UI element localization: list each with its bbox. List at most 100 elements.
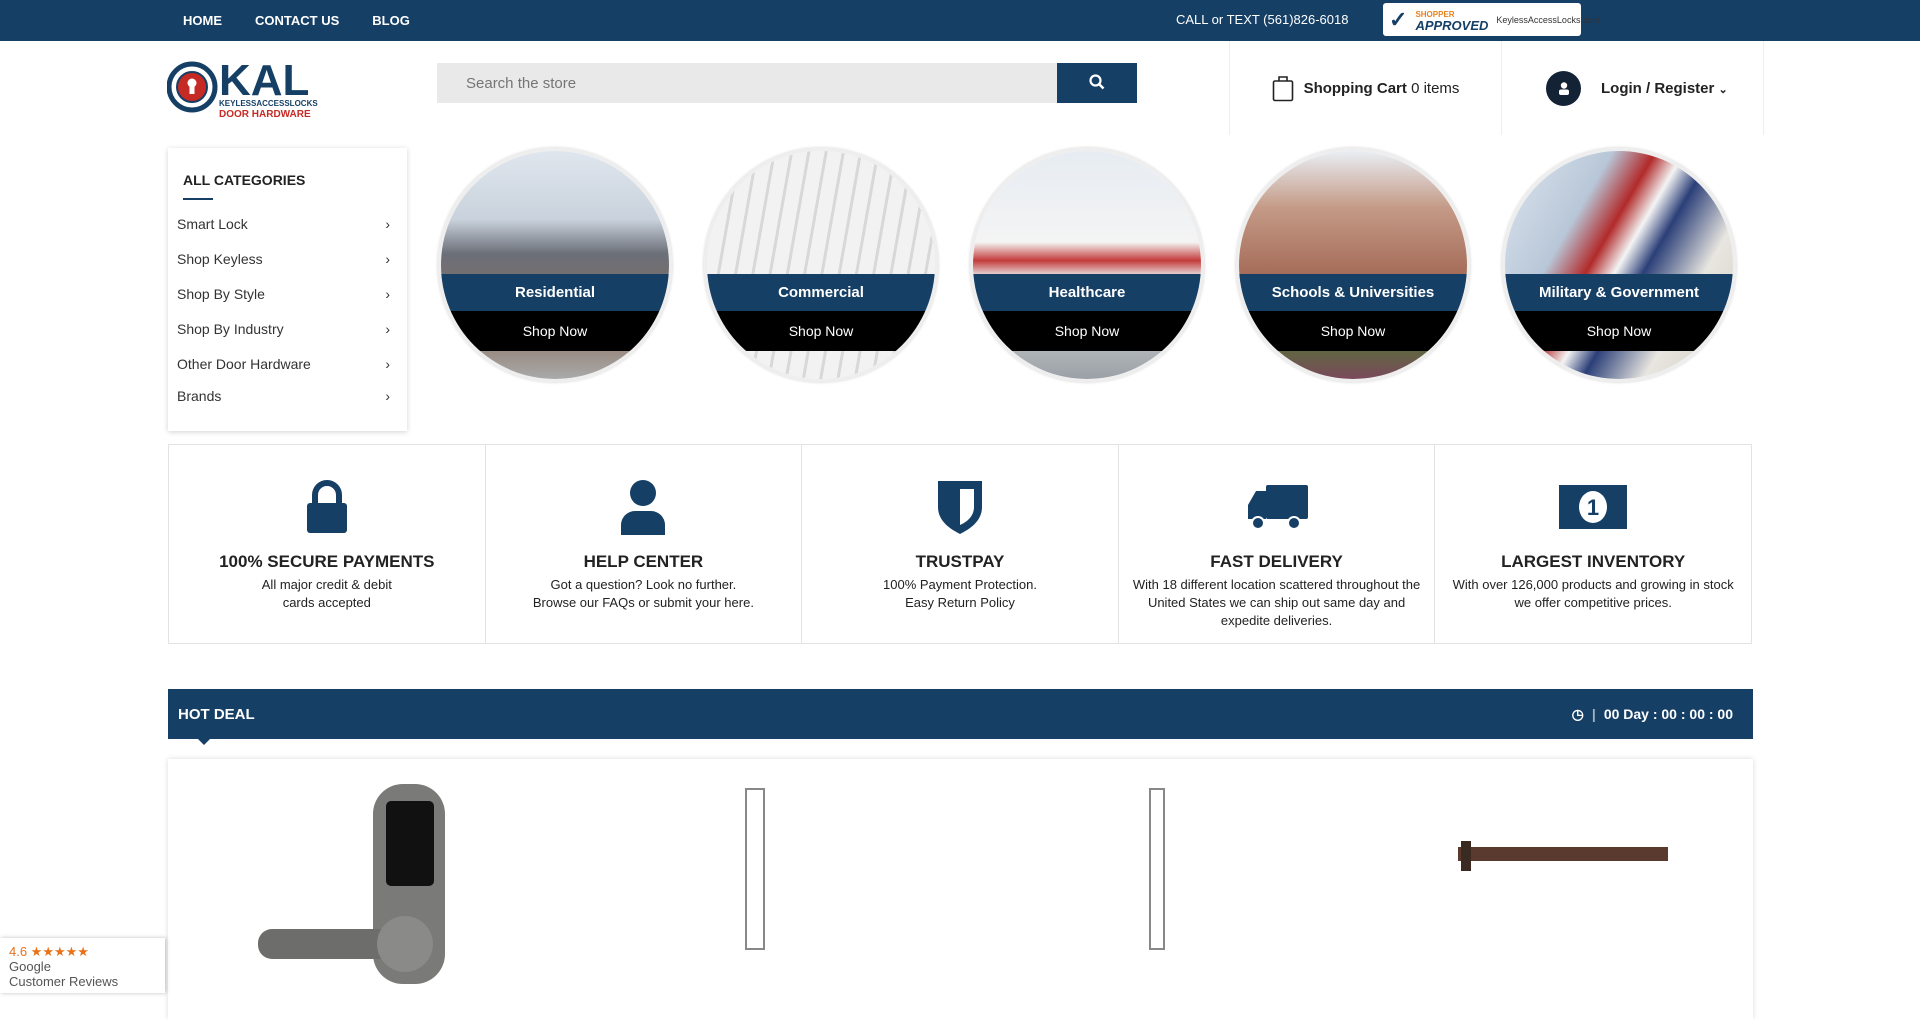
- search-button[interactable]: [1057, 63, 1137, 103]
- shop-now-button[interactable]: Shop Now: [441, 311, 669, 351]
- svg-text:KEYLESSACCESSLOCKS: KEYLESSACCESSLOCKS: [219, 99, 318, 108]
- login-label: Login / Register: [1601, 79, 1715, 97]
- product-flush-bolt[interactable]: [1128, 779, 1188, 959]
- shop-now-button[interactable]: Shop Now: [707, 311, 935, 351]
- svg-text:KAL: KAL: [219, 56, 309, 105]
- feature-secure-payments: 100% SECURE PAYMENTS All major credit & …: [169, 445, 486, 643]
- shopping-bag-icon: [1272, 76, 1293, 102]
- category-brands[interactable]: Brands ›: [168, 381, 407, 411]
- chevron-right-icon: ›: [385, 250, 390, 267]
- feature-text: 100% Payment Protection.: [883, 577, 1037, 592]
- features-strip: 100% SECURE PAYMENTS All major credit & …: [168, 444, 1752, 644]
- phone-number[interactable]: CALL or TEXT (561)826-6018: [1176, 12, 1348, 27]
- feature-text: All major credit & debit: [261, 577, 392, 592]
- review-label: Customer Reviews: [9, 974, 119, 989]
- industry-healthcare[interactable]: Healthcare Shop Now: [970, 148, 1204, 382]
- chevron-right-icon: ›: [385, 320, 390, 337]
- review-rating: 4.6 ★★★★★: [9, 944, 89, 959]
- category-other-door-hardware[interactable]: Other Door Hardware ›: [168, 346, 407, 381]
- hot-deal-title: HOT DEAL: [178, 705, 255, 723]
- checkmark-icon: ✓: [1389, 6, 1408, 32]
- chevron-down-icon: ⌄: [1718, 83, 1728, 96]
- user-icon: [621, 480, 666, 535]
- badge-brand: APPROVED: [1415, 17, 1489, 33]
- shopper-approved-badge[interactable]: ✓ SHOPPER APPROVED KeylessAccessLocks.com: [1383, 3, 1600, 36]
- cart-count: 0 items: [1411, 79, 1460, 97]
- shop-now-button[interactable]: Shop Now: [1505, 311, 1733, 351]
- category-label: Shop Keyless: [177, 250, 263, 267]
- feature-title: TRUSTPAY: [915, 552, 1005, 571]
- industry-commercial[interactable]: Commercial Shop Now: [704, 148, 938, 382]
- chevron-right-icon: ›: [385, 285, 390, 302]
- login-register[interactable]: Login / Register ⌄: [1502, 41, 1764, 135]
- feature-text: Got a question? Look no further.: [550, 577, 737, 592]
- chevron-right-icon: ›: [385, 215, 390, 232]
- nav-contact-us[interactable]: CONTACT US: [255, 13, 339, 28]
- shopping-cart[interactable]: Shopping Cart 0 items: [1229, 41, 1502, 135]
- user-avatar-icon: [1546, 70, 1581, 106]
- product-keypad-lever-lock[interactable]: [253, 779, 463, 999]
- countdown-value: 00 Day : 00 : 00 : 00: [1603, 706, 1733, 722]
- top-nav: HOME CONTACT US BLOG: [183, 13, 410, 28]
- hot-deal-bar: HOT DEAL ◷ | 00 Day : 00 : 00 : 00: [168, 689, 1753, 745]
- feature-title: LARGEST INVENTORY: [1501, 552, 1686, 571]
- category-menu: ALL CATEGORIES Smart Lock › Shop Keyless ›…: [168, 148, 407, 431]
- truck-icon: [1247, 485, 1308, 530]
- feature-text: Browse our FAQs or submit your here.: [532, 595, 754, 610]
- cart-label: Shopping Cart: [1303, 79, 1407, 97]
- title-underline: [183, 198, 213, 200]
- feature-text: With 18 different location scattered thr…: [1132, 577, 1421, 628]
- feature-help-center: HELP CENTER Got a question? Look no furt…: [486, 445, 803, 643]
- category-label: Brands: [177, 388, 222, 404]
- logo[interactable]: KAL KEYLESSACCESSLOCKS DOOR HARDWARE: [167, 51, 319, 123]
- category-shop-by-industry[interactable]: Shop By Industry ›: [168, 311, 407, 346]
- feature-trustpay: TRUSTPAY 100% Payment Protection. Easy Re…: [802, 445, 1119, 643]
- feature-text: With over 126,000 products and growing i…: [1452, 577, 1734, 610]
- top-bar: HOME CONTACT US BLOG CALL or TEXT (561)8…: [0, 0, 1920, 41]
- hot-deal-products: [168, 759, 1753, 1019]
- category-shop-keyless[interactable]: Shop Keyless ›: [168, 241, 407, 276]
- shop-now-button[interactable]: Shop Now: [973, 311, 1201, 351]
- nav-blog[interactable]: BLOG: [372, 13, 410, 28]
- money-icon: 1: [1559, 485, 1628, 529]
- lock-icon: [306, 480, 347, 533]
- category-shop-by-style[interactable]: Shop By Style ›: [168, 276, 407, 311]
- industry-label: Commercial: [707, 274, 935, 311]
- industry-label: Healthcare: [973, 274, 1201, 311]
- shield-icon: [937, 481, 982, 534]
- feature-text: Easy Return Policy: [905, 595, 1015, 610]
- category-smart-lock[interactable]: Smart Lock ›: [168, 206, 407, 241]
- review-brand: Google: [9, 959, 51, 974]
- feature-title: 100% SECURE PAYMENTS: [219, 552, 435, 571]
- header: KAL KEYLESSACCESSLOCKS DOOR HARDWARE Sho…: [0, 41, 1920, 135]
- countdown: ◷ | 00 Day : 00 : 00 : 00: [1571, 705, 1733, 723]
- svg-text:1: 1: [1587, 495, 1599, 520]
- category-label: Smart Lock: [177, 215, 248, 232]
- feature-text: cards accepted: [282, 595, 371, 610]
- industry-military[interactable]: Military & Government Shop Now: [1502, 148, 1736, 382]
- chevron-right-icon: ›: [385, 355, 390, 372]
- product-exit-device[interactable]: [1453, 839, 1673, 879]
- industry-label: Residential: [441, 274, 669, 311]
- feature-title: FAST DELIVERY: [1210, 552, 1343, 571]
- category-label: Other Door Hardware: [177, 355, 311, 372]
- industry-residential[interactable]: Residential Shop Now: [438, 148, 672, 382]
- category-label: Shop By Industry: [177, 320, 284, 337]
- feature-fast-delivery: FAST DELIVERY With 18 different location…: [1119, 445, 1436, 643]
- google-customer-reviews[interactable]: 4.6 ★★★★★ Google Customer Reviews: [0, 938, 165, 993]
- industry-label: Military & Government: [1505, 274, 1733, 311]
- search-bar: [437, 63, 1137, 103]
- product-strike[interactable]: [728, 779, 788, 959]
- search-input[interactable]: [437, 63, 1057, 103]
- notch: [198, 739, 210, 745]
- feature-title: HELP CENTER: [583, 552, 704, 571]
- category-label: Shop By Style: [177, 285, 265, 302]
- industry-label: Schools & Universities: [1239, 274, 1467, 311]
- industry-schools[interactable]: Schools & Universities Shop Now: [1236, 148, 1470, 382]
- svg-text:DOOR HARDWARE: DOOR HARDWARE: [219, 109, 311, 120]
- shop-now-button[interactable]: Shop Now: [1239, 311, 1467, 351]
- badge-domain: KeylessAccessLocks.com: [1496, 14, 1600, 25]
- category-title: ALL CATEGORIES: [183, 172, 306, 188]
- nav-home[interactable]: HOME: [183, 13, 222, 28]
- chevron-right-icon: ›: [385, 388, 390, 404]
